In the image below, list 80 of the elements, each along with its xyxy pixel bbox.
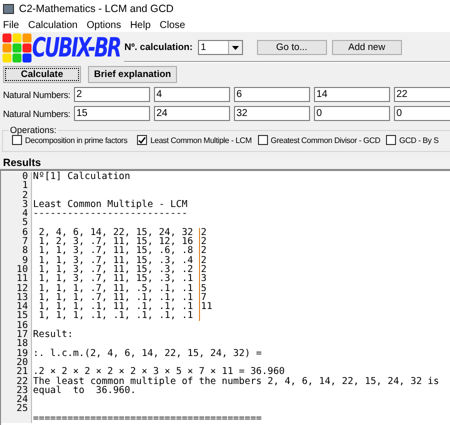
number-input[interactable]: 14 [314, 87, 390, 102]
divisor: 2 [198, 246, 207, 256]
code-line: :. l.c.m.(2, 4, 6, 14, 22, 15, 24, 32) = [32, 348, 262, 358]
menu-item[interactable]: File [3, 20, 20, 30]
code-line: ======================================== [32, 414, 262, 424]
checkbox-label: Greatest Common Divisor - GCD [270, 136, 380, 144]
checkbox[interactable] [12, 135, 22, 145]
code-line: 1, 1, 3, .7, 11, 15, .3, .4 [38, 256, 194, 265]
divisor: 11 [198, 302, 212, 312]
window-title: C2-Mathematics - LCM and GCD [19, 3, 174, 15]
field-label: Natural Numbers: [2, 90, 70, 100]
menu-item[interactable]: Help [130, 20, 151, 30]
action-button[interactable]: Brief explanation [88, 66, 178, 83]
divisor: 5 [198, 284, 207, 293]
line-number: 21 [1, 367, 32, 377]
number-input[interactable]: 6 [234, 87, 310, 102]
code-line: Result: [32, 330, 74, 340]
code-line: Least Common Multiple - LCM [32, 200, 188, 210]
divisor: 2 [198, 237, 207, 246]
menu-item[interactable]: Close [160, 20, 186, 30]
number-input[interactable]: 15 [74, 106, 150, 121]
code-line: The least common multiple of the numbers 2, 4, 6, 14, 22, 15, 24, 32 is [32, 376, 440, 386]
number-input[interactable]: 22 [394, 87, 450, 102]
calculation-label: Nº. calculation: [124, 42, 193, 52]
results-title: Results [2, 157, 42, 169]
toolbar-button[interactable]: Go to... [256, 40, 327, 54]
action-button[interactable]: Calculate [3, 66, 81, 83]
code-line: 1, 1, 1, .7, 11, .1, .1, .1 [38, 292, 194, 302]
line-number: 5 [1, 218, 32, 228]
code-line: 1, 1, 3, .7, 11, 15, .3, .2 [38, 264, 194, 274]
number-input[interactable]: 24 [154, 106, 230, 121]
checkbox[interactable] [137, 135, 148, 145]
divisor: 2 [198, 256, 207, 265]
code-line: 1, 1, 1, .7, 11, .5, .1, .1 [38, 284, 194, 293]
divisor: 2 [198, 228, 207, 238]
code-line: 1, 1, 3, .7, 11, 15, .3, .1 [38, 274, 194, 284]
line-number: 7 [1, 237, 32, 246]
code-line: .2 × 2 × 2 × 2 × 2 × 3 × 5 × 7 × 11 = 36.960 [32, 367, 285, 377]
field-label: Natural Numbers: [2, 108, 70, 118]
app-icon [3, 4, 14, 14]
line-number: 8 [1, 246, 32, 256]
line-number: 0 [1, 172, 32, 182]
number-input[interactable]: 2 [74, 87, 150, 102]
checkbox-label: GCD - By S [399, 136, 439, 144]
line-number: 17 [1, 330, 32, 340]
line-number: 14 [1, 302, 32, 312]
line-number: 4 [1, 209, 32, 218]
menu-item[interactable]: Options [86, 20, 122, 30]
checkbox-label: Decomposition in prime factors [25, 136, 128, 144]
code-line: equal to 36.960. [32, 386, 136, 396]
divisor: 2 [198, 264, 207, 274]
number-input[interactable]: 0 [314, 106, 390, 121]
checkbox-label: Least Common Multiple - LCM [150, 136, 252, 144]
code-line: 2, 4, 6, 14, 22, 15, 24, 32 [38, 228, 194, 238]
code-line: 1, 1, 3, .7, 11, 15, .6, .8 [38, 246, 194, 256]
line-number: 15 [1, 311, 32, 321]
code-line: 1, 2, 3, .7, 11, 15, 12, 16 [38, 237, 194, 246]
line-number: 11 [1, 274, 32, 284]
group-title: Operations: [9, 125, 58, 135]
menu-item[interactable]: Calculation [28, 20, 78, 30]
code-line: 1, 1, 1, .1, .1, .1, .1, .1 [38, 311, 194, 321]
divisor: 7 [198, 292, 207, 302]
code-line: --------------------------- [32, 209, 188, 218]
line-number: 24 [1, 395, 32, 404]
logo-text: CUBIX-BR [32, 32, 120, 64]
code-line: 1, 1, 1, .1, 11, .1, .1, .1 [38, 302, 194, 312]
toolbar-button[interactable]: Add new [332, 40, 402, 54]
line-number: 18 [1, 339, 32, 349]
number-input[interactable]: 4 [154, 87, 230, 102]
code-line: Nº[1] Calculation [32, 172, 130, 182]
checkbox[interactable] [258, 135, 268, 145]
line-number: 25 [1, 404, 32, 414]
divisor: 3 [198, 274, 207, 284]
divider-bar [198, 311, 202, 321]
line-number: 1 [1, 181, 32, 191]
cubes-logo-icon [2, 33, 32, 63]
number-input[interactable]: 0 [394, 106, 450, 121]
checkbox[interactable] [386, 135, 396, 145]
number-input[interactable]: 32 [234, 106, 310, 121]
calculation-dropdown[interactable]: 1 [198, 40, 243, 54]
